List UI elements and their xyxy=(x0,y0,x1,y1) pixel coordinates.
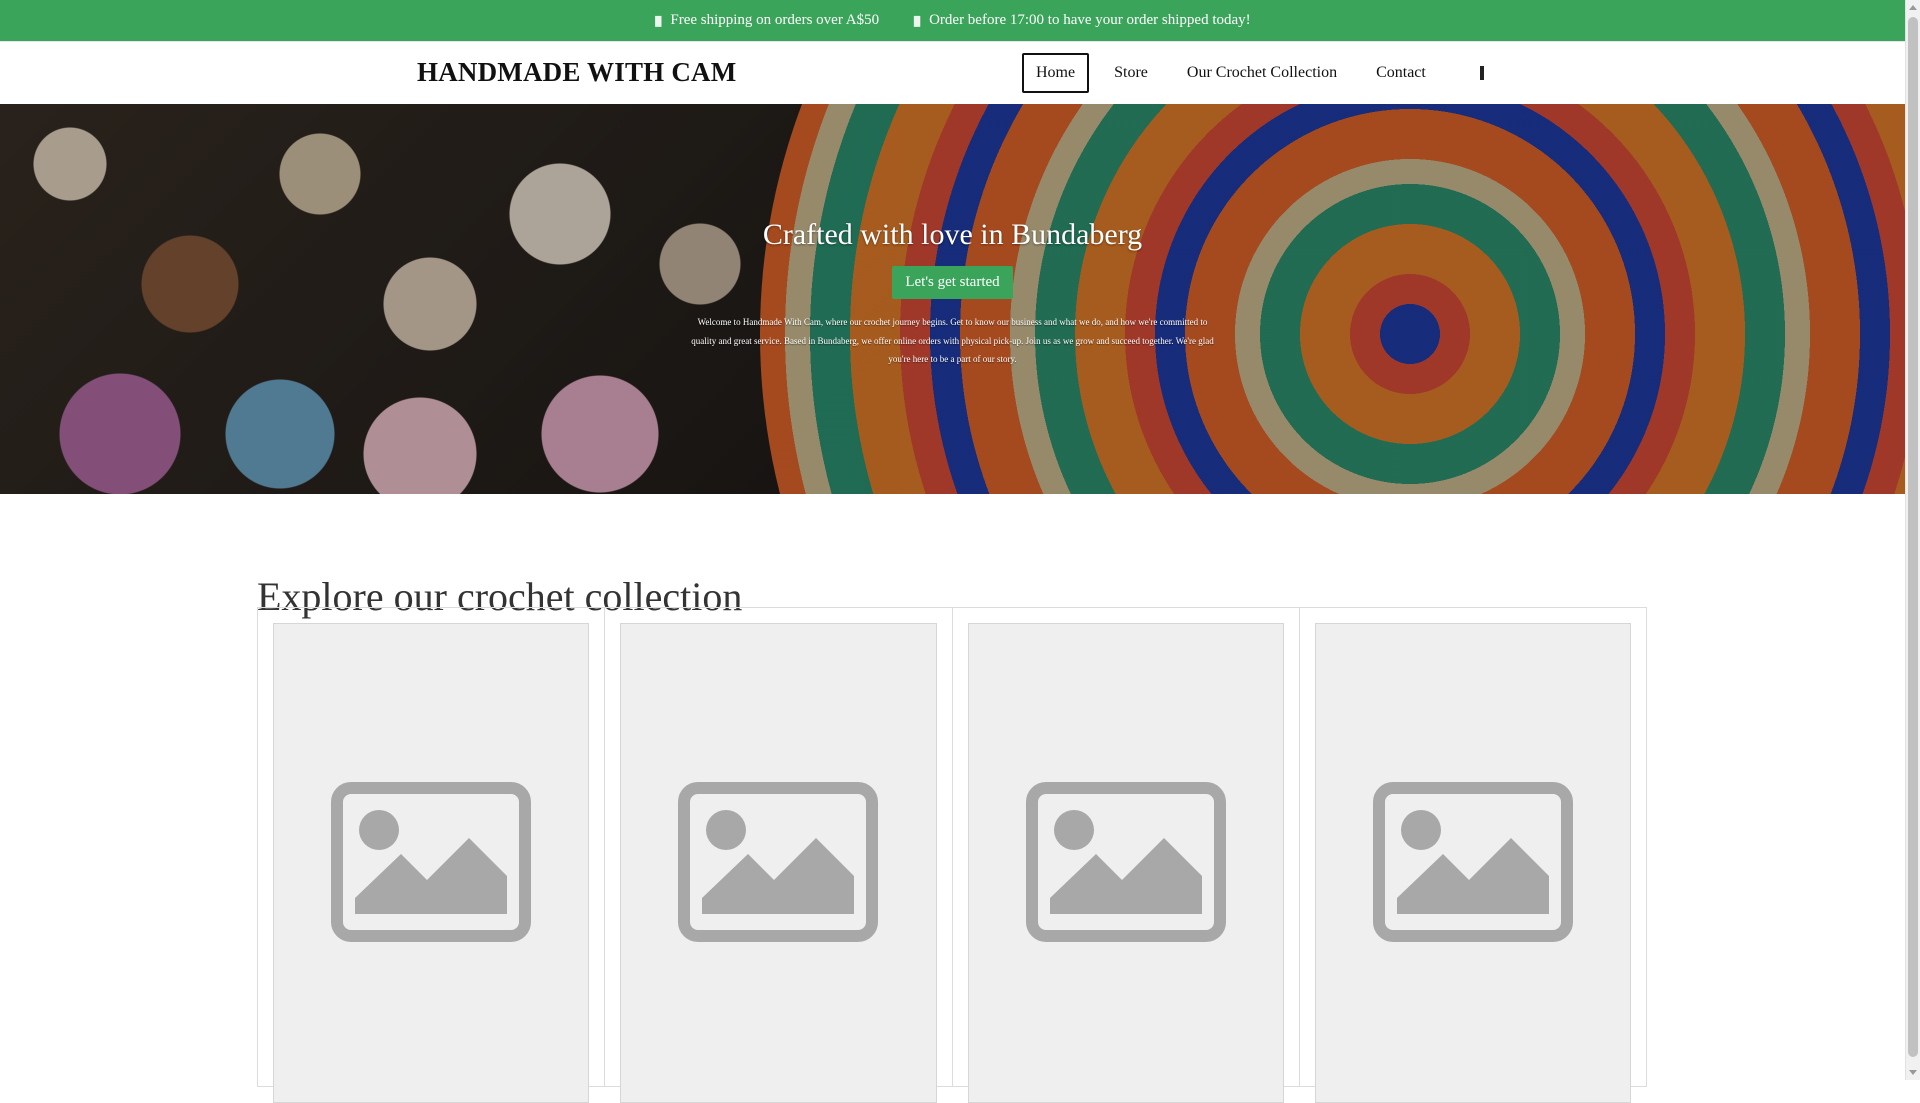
hero-banner: Crafted with love in Bundaberg Let's get… xyxy=(0,104,1905,494)
clock-icon: █ xyxy=(913,15,921,26)
announcement-text: Free shipping on orders over A$50 xyxy=(670,12,880,28)
image-placeholder-icon xyxy=(678,782,879,942)
page-scrollbar[interactable] xyxy=(1905,0,1920,1080)
search-icon[interactable] xyxy=(1471,62,1493,84)
product-image[interactable] xyxy=(273,623,590,1103)
scroll-up-arrow-icon[interactable] xyxy=(1909,5,1917,10)
product-image[interactable] xyxy=(620,623,937,1103)
truck-icon: █ xyxy=(655,15,662,26)
image-placeholder-icon xyxy=(331,782,532,942)
product-card[interactable] xyxy=(258,608,606,1103)
site-header: HANDMADE WITH CAM Home Store Our Crochet… xyxy=(0,41,1905,104)
hero-description: Welcome to Handmade With Cam, where our … xyxy=(691,317,1214,364)
scroll-down-arrow-icon[interactable] xyxy=(1909,1070,1917,1075)
product-card[interactable] xyxy=(1300,608,1646,1103)
product-image[interactable] xyxy=(967,623,1284,1103)
nav-home[interactable]: Home xyxy=(1022,53,1090,93)
get-started-button[interactable]: Let's get started xyxy=(892,266,1013,299)
product-grid xyxy=(257,607,1647,1103)
product-card[interactable] xyxy=(953,608,1300,1103)
hero-content: Crafted with love in Bundaberg Let's get… xyxy=(0,104,1905,494)
product-card[interactable] xyxy=(605,608,953,1103)
nav-contact[interactable]: Contact xyxy=(1362,53,1440,93)
scrollbar-thumb[interactable] xyxy=(1908,17,1918,1057)
hero-title: Crafted with love in Bundaberg xyxy=(762,218,1143,251)
image-placeholder-icon xyxy=(1372,782,1573,942)
announcement-free-shipping: █ Free shipping on orders over A$50 xyxy=(654,12,879,29)
announcement-bar: █ Free shipping on orders over A$50 █ Or… xyxy=(0,0,1905,41)
main-nav: Home Store Our Crochet Collection Contac… xyxy=(1022,53,1493,93)
image-placeholder-icon xyxy=(1025,782,1226,942)
site-logo[interactable]: HANDMADE WITH CAM xyxy=(417,57,736,88)
product-image[interactable] xyxy=(1314,623,1631,1103)
nav-store[interactable]: Store xyxy=(1100,53,1162,93)
nav-crochet-collection[interactable]: Our Crochet Collection xyxy=(1173,53,1351,93)
announcement-text: Order before 17:00 to have your order sh… xyxy=(929,12,1251,28)
announcement-order-cutoff: █ Order before 17:00 to have your order … xyxy=(913,12,1251,29)
